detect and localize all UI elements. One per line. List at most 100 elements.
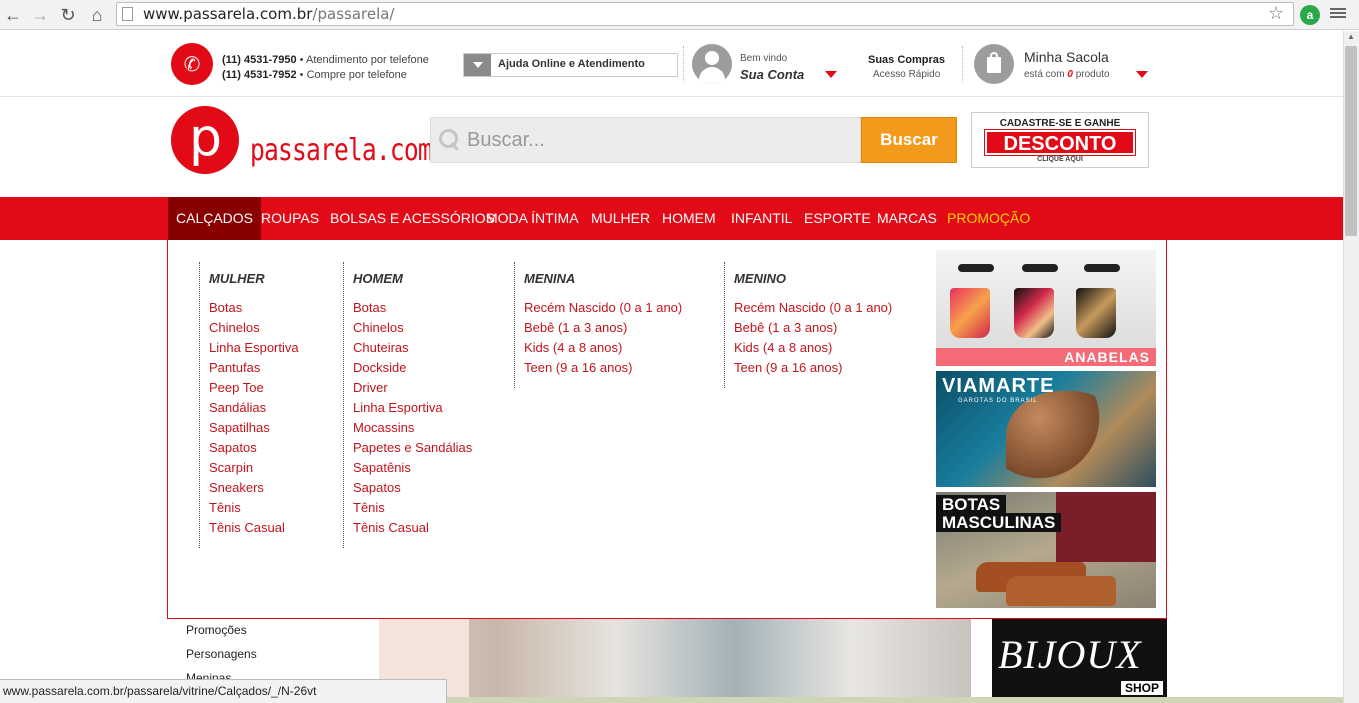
botas-line1: BOTAS	[936, 495, 1007, 514]
bottom-strip	[447, 697, 1343, 703]
bijoux-title: BIJOUX	[998, 632, 1142, 677]
viamarte-banner[interactable]: VIAMARTE GAROTAS DO BRASIL	[936, 371, 1156, 487]
nav-item-moda-intima[interactable]: MODA ÍNTIMA	[478, 197, 587, 240]
phone-numbers: (11) 4531-7950 • Atendimento por telefon…	[222, 54, 429, 81]
purchases-link[interactable]: Suas Compras	[868, 54, 945, 66]
menu-link[interactable]: Sandálias	[209, 398, 299, 418]
forward-icon[interactable]: →	[29, 4, 51, 26]
search-box	[430, 117, 861, 163]
account-caret-icon[interactable]	[825, 71, 837, 78]
search-input[interactable]	[467, 118, 857, 162]
menu-link[interactable]: Chinelos	[353, 318, 472, 338]
menu-link[interactable]: Sapatos	[209, 438, 299, 458]
reload-icon[interactable]: ↻	[57, 4, 79, 26]
shopping-bag-icon[interactable]	[974, 44, 1014, 84]
page-icon	[122, 7, 133, 21]
menu-link[interactable]: Peep Toe	[209, 378, 299, 398]
column-title: MENINA	[524, 271, 576, 286]
bag-count-text: está com 0 produto	[1024, 69, 1110, 80]
nav-item-infantil[interactable]: INFANTIL	[723, 197, 800, 240]
scroll-up-arrow-icon[interactable]: ▲	[1345, 32, 1357, 44]
menu-link[interactable]: Bebê (1 a 3 anos)	[524, 318, 682, 338]
menu-link[interactable]: Chuteiras	[353, 338, 472, 358]
divider	[683, 46, 684, 82]
address-url: www.passarela.com.br/passarela/	[143, 5, 395, 23]
menu-link[interactable]: Kids (4 a 8 anos)	[524, 338, 682, 358]
nav-item-bolsas[interactable]: BOLSAS E ACESSÓRIOS	[322, 197, 503, 240]
menu-link[interactable]: Teen (9 a 16 anos)	[734, 358, 892, 378]
dropdown-arrow-icon	[464, 54, 491, 76]
menu-link[interactable]: Papetes e Sandálias	[353, 438, 472, 458]
phone-icon: ✆	[171, 43, 213, 85]
purchases-subtitle: Acesso Rápido	[873, 69, 941, 80]
scroll-thumb[interactable]	[1345, 46, 1357, 236]
nav-item-marcas[interactable]: MARCAS	[869, 197, 945, 240]
column-title: MENINO	[734, 271, 786, 286]
viamarte-tagline: GAROTAS DO BRASIL	[958, 398, 1038, 404]
menu-link[interactable]: Recém Nascido (0 a 1 ano)	[524, 298, 682, 318]
search-icon	[439, 129, 461, 151]
menu-link[interactable]: Tênis	[209, 498, 299, 518]
welcome-text: Bem vindo	[740, 53, 788, 64]
menu-link[interactable]: Kids (4 a 8 anos)	[734, 338, 892, 358]
menu-link[interactable]: Sapatênis	[353, 458, 472, 478]
banner-line3: CLIQUE AQUI	[1037, 156, 1083, 163]
nav-item-calcados[interactable]: CALÇADOS	[168, 197, 262, 240]
signup-discount-banner[interactable]: CADASTRE-SE E GANHE DESCONTO CLIQUE AQUI	[971, 112, 1149, 168]
menu-link[interactable]: Scarpin	[209, 458, 299, 478]
menu-link[interactable]: Tênis Casual	[353, 518, 472, 538]
nav-item-promocao[interactable]: PROMOÇÃO	[939, 197, 1038, 240]
menu-link[interactable]: Botas	[209, 298, 299, 318]
browser-menu-icon[interactable]	[1330, 6, 1346, 22]
extension-icon[interactable]: a	[1300, 5, 1320, 25]
column-title: MULHER	[209, 271, 265, 286]
help-dropdown[interactable]: Ajuda Online e Atendimento	[463, 53, 678, 77]
menu-link[interactable]: Sneakers	[209, 478, 299, 498]
logo-icon[interactable]: p	[171, 106, 239, 174]
nav-item-mulher[interactable]: MULHER	[583, 197, 658, 240]
search-button[interactable]: Buscar	[861, 117, 957, 163]
menu-link[interactable]: Teen (9 a 16 anos)	[524, 358, 682, 378]
nav-item-esporte[interactable]: ESPORTE	[796, 197, 879, 240]
botas-masculinas-banner[interactable]: BOTAS MASCULINAS	[936, 492, 1156, 608]
menu-link[interactable]: Bebê (1 a 3 anos)	[734, 318, 892, 338]
menu-link[interactable]: Pantufas	[209, 358, 299, 378]
banner-line1: CADASTRE-SE E GANHE	[999, 118, 1121, 129]
banner-line2: DESCONTO	[984, 129, 1136, 156]
sidebar-link-promocoes[interactable]: Promoções	[186, 623, 247, 637]
menu-link[interactable]: Recém Nascido (0 a 1 ano)	[734, 298, 892, 318]
sidebar-link-personagens[interactable]: Personagens	[186, 647, 257, 661]
column-title: HOMEM	[353, 271, 403, 286]
help-label: Ajuda Online e Atendimento	[498, 58, 645, 70]
menu-link[interactable]: Tênis	[353, 498, 472, 518]
address-bar[interactable]: www.passarela.com.br/passarela/	[116, 2, 1294, 26]
bag-caret-icon[interactable]	[1136, 71, 1148, 78]
menu-link[interactable]: Dockside	[353, 358, 472, 378]
nav-item-homem[interactable]: HOMEM	[654, 197, 724, 240]
anabelas-banner[interactable]: ANABELAS	[936, 250, 1156, 366]
back-icon[interactable]: ←	[2, 4, 24, 26]
anabelas-label: ANABELAS	[936, 348, 1156, 366]
menu-link[interactable]: Botas	[353, 298, 472, 318]
home-icon[interactable]: ⌂	[86, 4, 108, 26]
menu-link[interactable]: Chinelos	[209, 318, 299, 338]
account-link[interactable]: Sua Conta	[740, 67, 804, 82]
logo-text[interactable]: passarela.com	[250, 133, 433, 168]
shop-label: SHOP	[1120, 681, 1163, 695]
botas-line2: MASCULINAS	[936, 513, 1062, 532]
menu-link[interactable]: Linha Esportiva	[209, 338, 299, 358]
menu-link[interactable]: Mocassins	[353, 418, 472, 438]
divider	[962, 46, 963, 82]
bijoux-banner[interactable]: BIJOUX SHOP	[992, 619, 1167, 703]
nav-item-roupas[interactable]: ROUPAS	[253, 197, 327, 240]
bag-title[interactable]: Minha Sacola	[1024, 49, 1109, 65]
menu-link[interactable]: Tênis Casual	[209, 518, 299, 538]
hero-banner-image[interactable]	[379, 619, 971, 703]
bookmark-star-icon[interactable]: ☆	[1268, 3, 1284, 24]
user-avatar-icon[interactable]	[692, 44, 732, 84]
menu-link[interactable]: Driver	[353, 378, 472, 398]
menu-link[interactable]: Linha Esportiva	[353, 398, 472, 418]
menu-link[interactable]: Sapatilhas	[209, 418, 299, 438]
menu-link[interactable]: Sapatos	[353, 478, 472, 498]
status-bar-url: www.passarela.com.br/passarela/vitrine/C…	[0, 679, 447, 703]
